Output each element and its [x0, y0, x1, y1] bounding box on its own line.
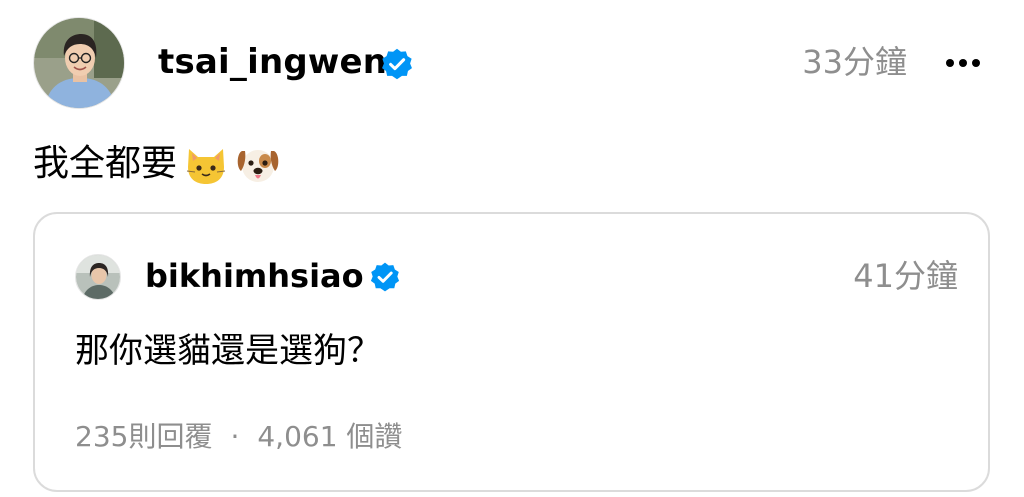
likes-count[interactable]: 4,061 個讚	[257, 417, 402, 457]
verified-badge-icon	[369, 261, 401, 293]
more-options-button[interactable]	[943, 46, 983, 80]
quoted-post-text: 那你選貓還是選狗？	[75, 331, 381, 371]
author-username[interactable]: tsai_ingwen	[158, 40, 387, 84]
quoted-post-stats: 235則回覆 · 4,061 個讚	[75, 417, 402, 457]
stats-separator: ·	[230, 420, 240, 453]
quoted-author-username[interactable]: bikhimhsiao	[145, 255, 364, 297]
cat-face-icon	[183, 141, 229, 187]
replies-count[interactable]: 235則回覆	[75, 417, 212, 457]
quoted-profile-photo	[76, 255, 120, 299]
post-text: 我全都要	[33, 143, 178, 184]
more-horizontal-icon	[946, 59, 980, 67]
quoted-post-card[interactable]: bikhimhsiao 41分鐘 那你選貓還是選狗？ 235則回覆 · 4,06…	[33, 212, 990, 492]
avatar[interactable]	[33, 17, 125, 109]
post-timestamp: 33分鐘	[802, 43, 907, 81]
thread-post: tsai_ingwen 33分鐘 我全都要 bikhimhsiao 41分鐘 那…	[0, 0, 1024, 497]
quoted-avatar[interactable]	[75, 254, 121, 300]
verified-badge-icon	[380, 47, 414, 81]
profile-photo	[34, 18, 124, 108]
dog-face-icon	[235, 141, 281, 187]
quoted-post-timestamp: 41分鐘	[853, 257, 958, 295]
post-body: 我全都要	[33, 140, 281, 188]
